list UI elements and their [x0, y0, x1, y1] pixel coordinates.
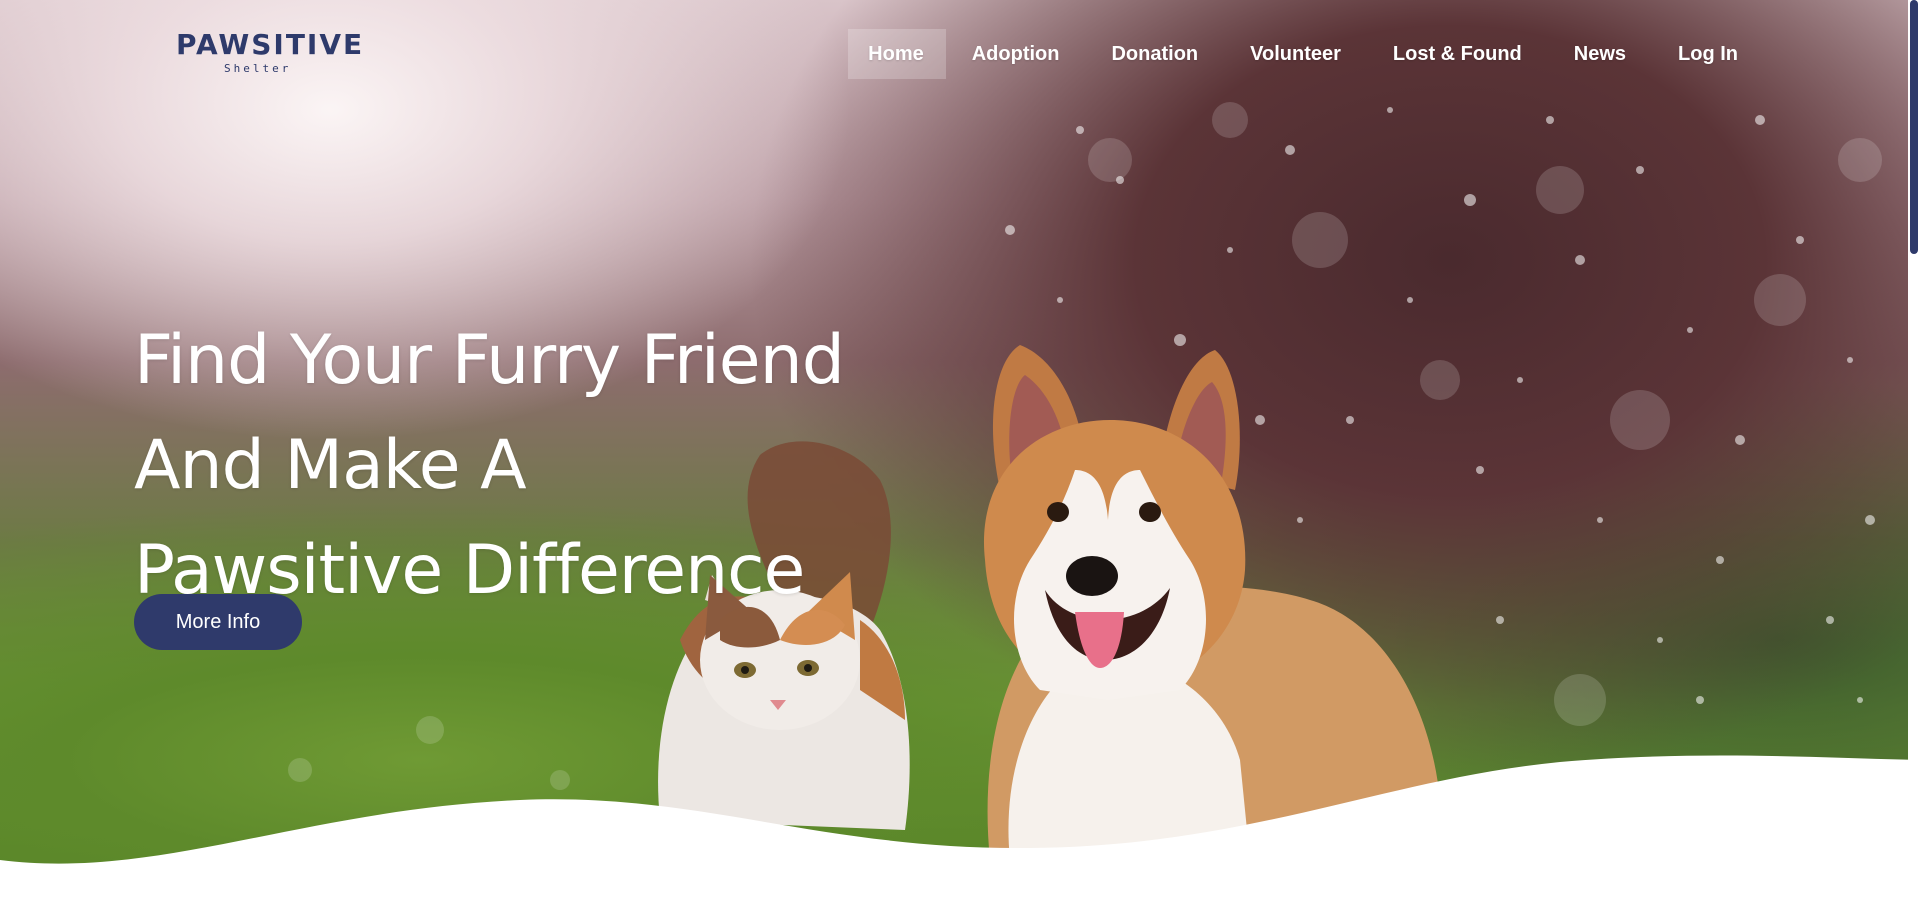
- page-scrollbar[interactable]: [1908, 0, 1920, 905]
- hero-headline-line-2: And Make A: [134, 425, 527, 505]
- hero-headline-line-1: Find Your Furry Friend: [134, 320, 845, 400]
- page: PAWSITIVE Shelter Home Adoption Donation…: [0, 0, 1920, 905]
- nav-item-adoption[interactable]: Adoption: [946, 29, 1086, 79]
- nav-item-donation[interactable]: Donation: [1085, 29, 1224, 79]
- brand-logo-subtitle: Shelter: [224, 62, 292, 75]
- nav-item-news[interactable]: News: [1548, 29, 1652, 79]
- main-navigation: Home Adoption Donation Volunteer Lost & …: [848, 29, 1764, 79]
- more-info-button[interactable]: More Info: [134, 594, 302, 650]
- nav-item-home[interactable]: Home: [848, 29, 946, 79]
- nav-item-volunteer[interactable]: Volunteer: [1224, 29, 1367, 79]
- nav-item-lost-and-found[interactable]: Lost & Found: [1367, 29, 1548, 79]
- nav-item-login[interactable]: Log In: [1652, 29, 1764, 79]
- brand-logo-wordmark: PAWSITIVE: [176, 28, 365, 61]
- hero-headline: Find Your Furry Friend And Make A Pawsit…: [134, 308, 954, 623]
- brand-logo[interactable]: PAWSITIVE Shelter: [176, 28, 362, 80]
- page-scrollbar-thumb[interactable]: [1910, 0, 1918, 254]
